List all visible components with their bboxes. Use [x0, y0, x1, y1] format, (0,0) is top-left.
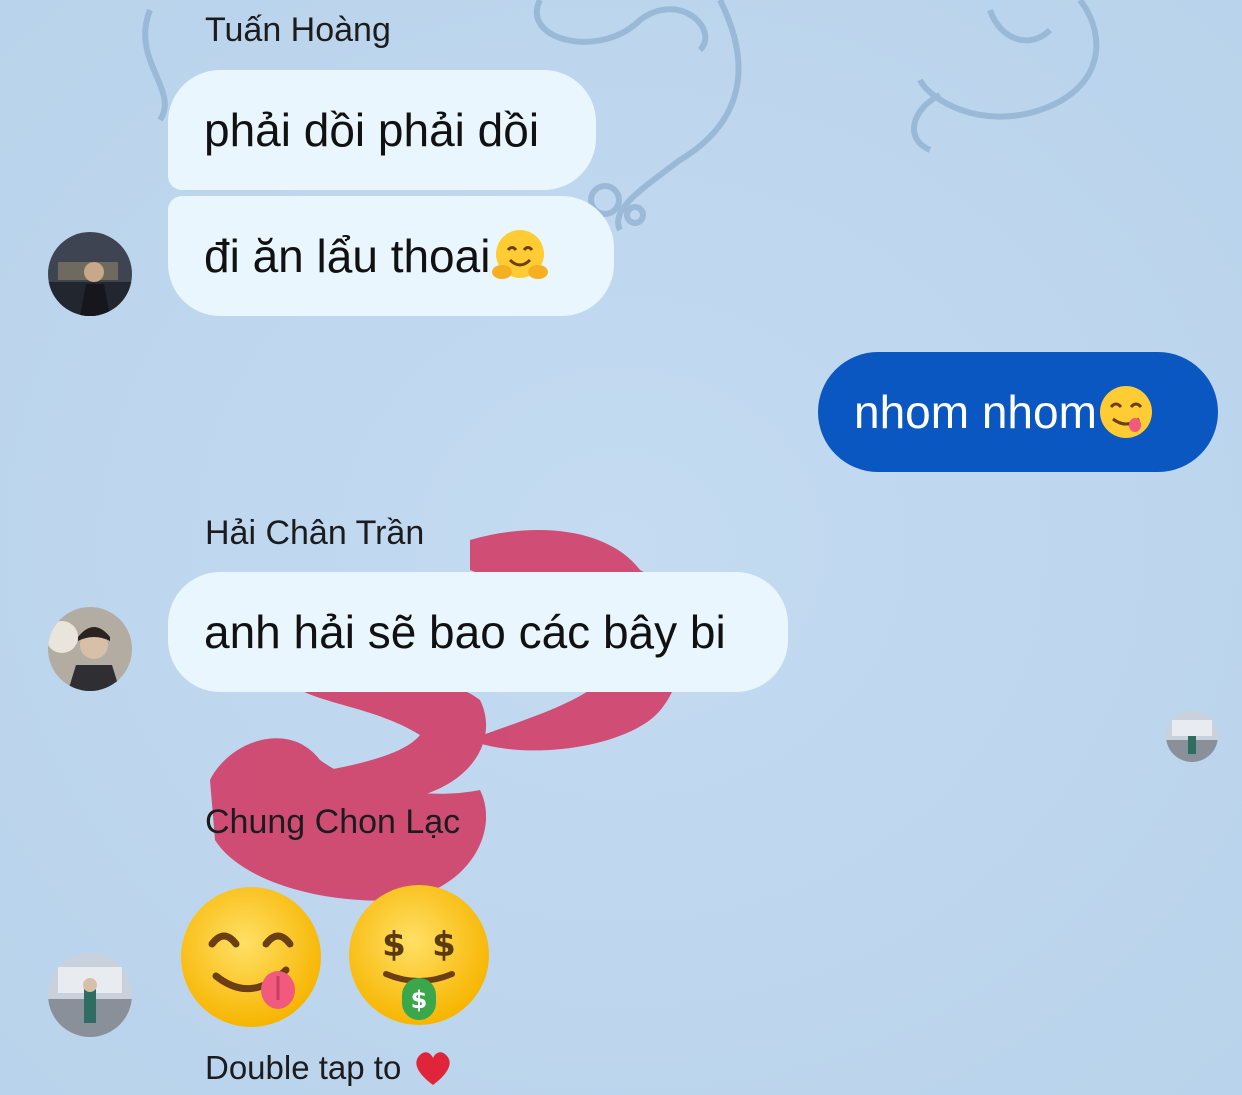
svg-text:$: $ [432, 925, 456, 965]
hugging-face-icon [492, 230, 549, 279]
avatar-photo [48, 953, 132, 1037]
double-tap-hint: Double tap to [205, 1048, 453, 1088]
avatar-photo [48, 232, 132, 316]
message-text: phải dồi phải dồi [204, 104, 540, 156]
money-mouth-face-icon[interactable]: $ $ $ [346, 882, 492, 1028]
read-receipt-avatar [1166, 710, 1218, 762]
sender-name: Tuấn Hoàng [205, 11, 391, 49]
hint-text: Double tap to [205, 1049, 402, 1086]
svg-text:$: $ [382, 925, 406, 965]
message-bubble[interactable]: phải dồi phải dồi [168, 70, 596, 190]
red-heart-icon [416, 1052, 450, 1085]
avatar[interactable] [48, 232, 132, 316]
chat-thread[interactable]: Tuấn Hoàng phải dồi phải dồi đi ăn lẩu t… [0, 0, 1242, 1095]
sender-name: Chung Chon Lạc [205, 803, 461, 841]
message-text: anh hải sẽ bao các bây bi [204, 606, 726, 658]
avatar-photo [48, 607, 132, 691]
avatar-photo [1166, 710, 1218, 762]
message-text: đi ăn lẩu thoai [204, 230, 491, 282]
yum-face-icon[interactable] [178, 884, 324, 1030]
yum-face-icon [1099, 386, 1152, 438]
avatar[interactable] [48, 607, 132, 691]
svg-text:$: $ [411, 986, 428, 1014]
message-bubble-outgoing[interactable]: nhom nhom [818, 352, 1218, 472]
message-text: nhom nhom [854, 386, 1097, 438]
message-bubble[interactable]: đi ăn lẩu thoai [168, 196, 614, 316]
message-bubble[interactable]: anh hải sẽ bao các bây bi [168, 572, 788, 692]
sender-name: Hải Chân Trần [205, 514, 425, 552]
avatar[interactable] [48, 953, 132, 1037]
